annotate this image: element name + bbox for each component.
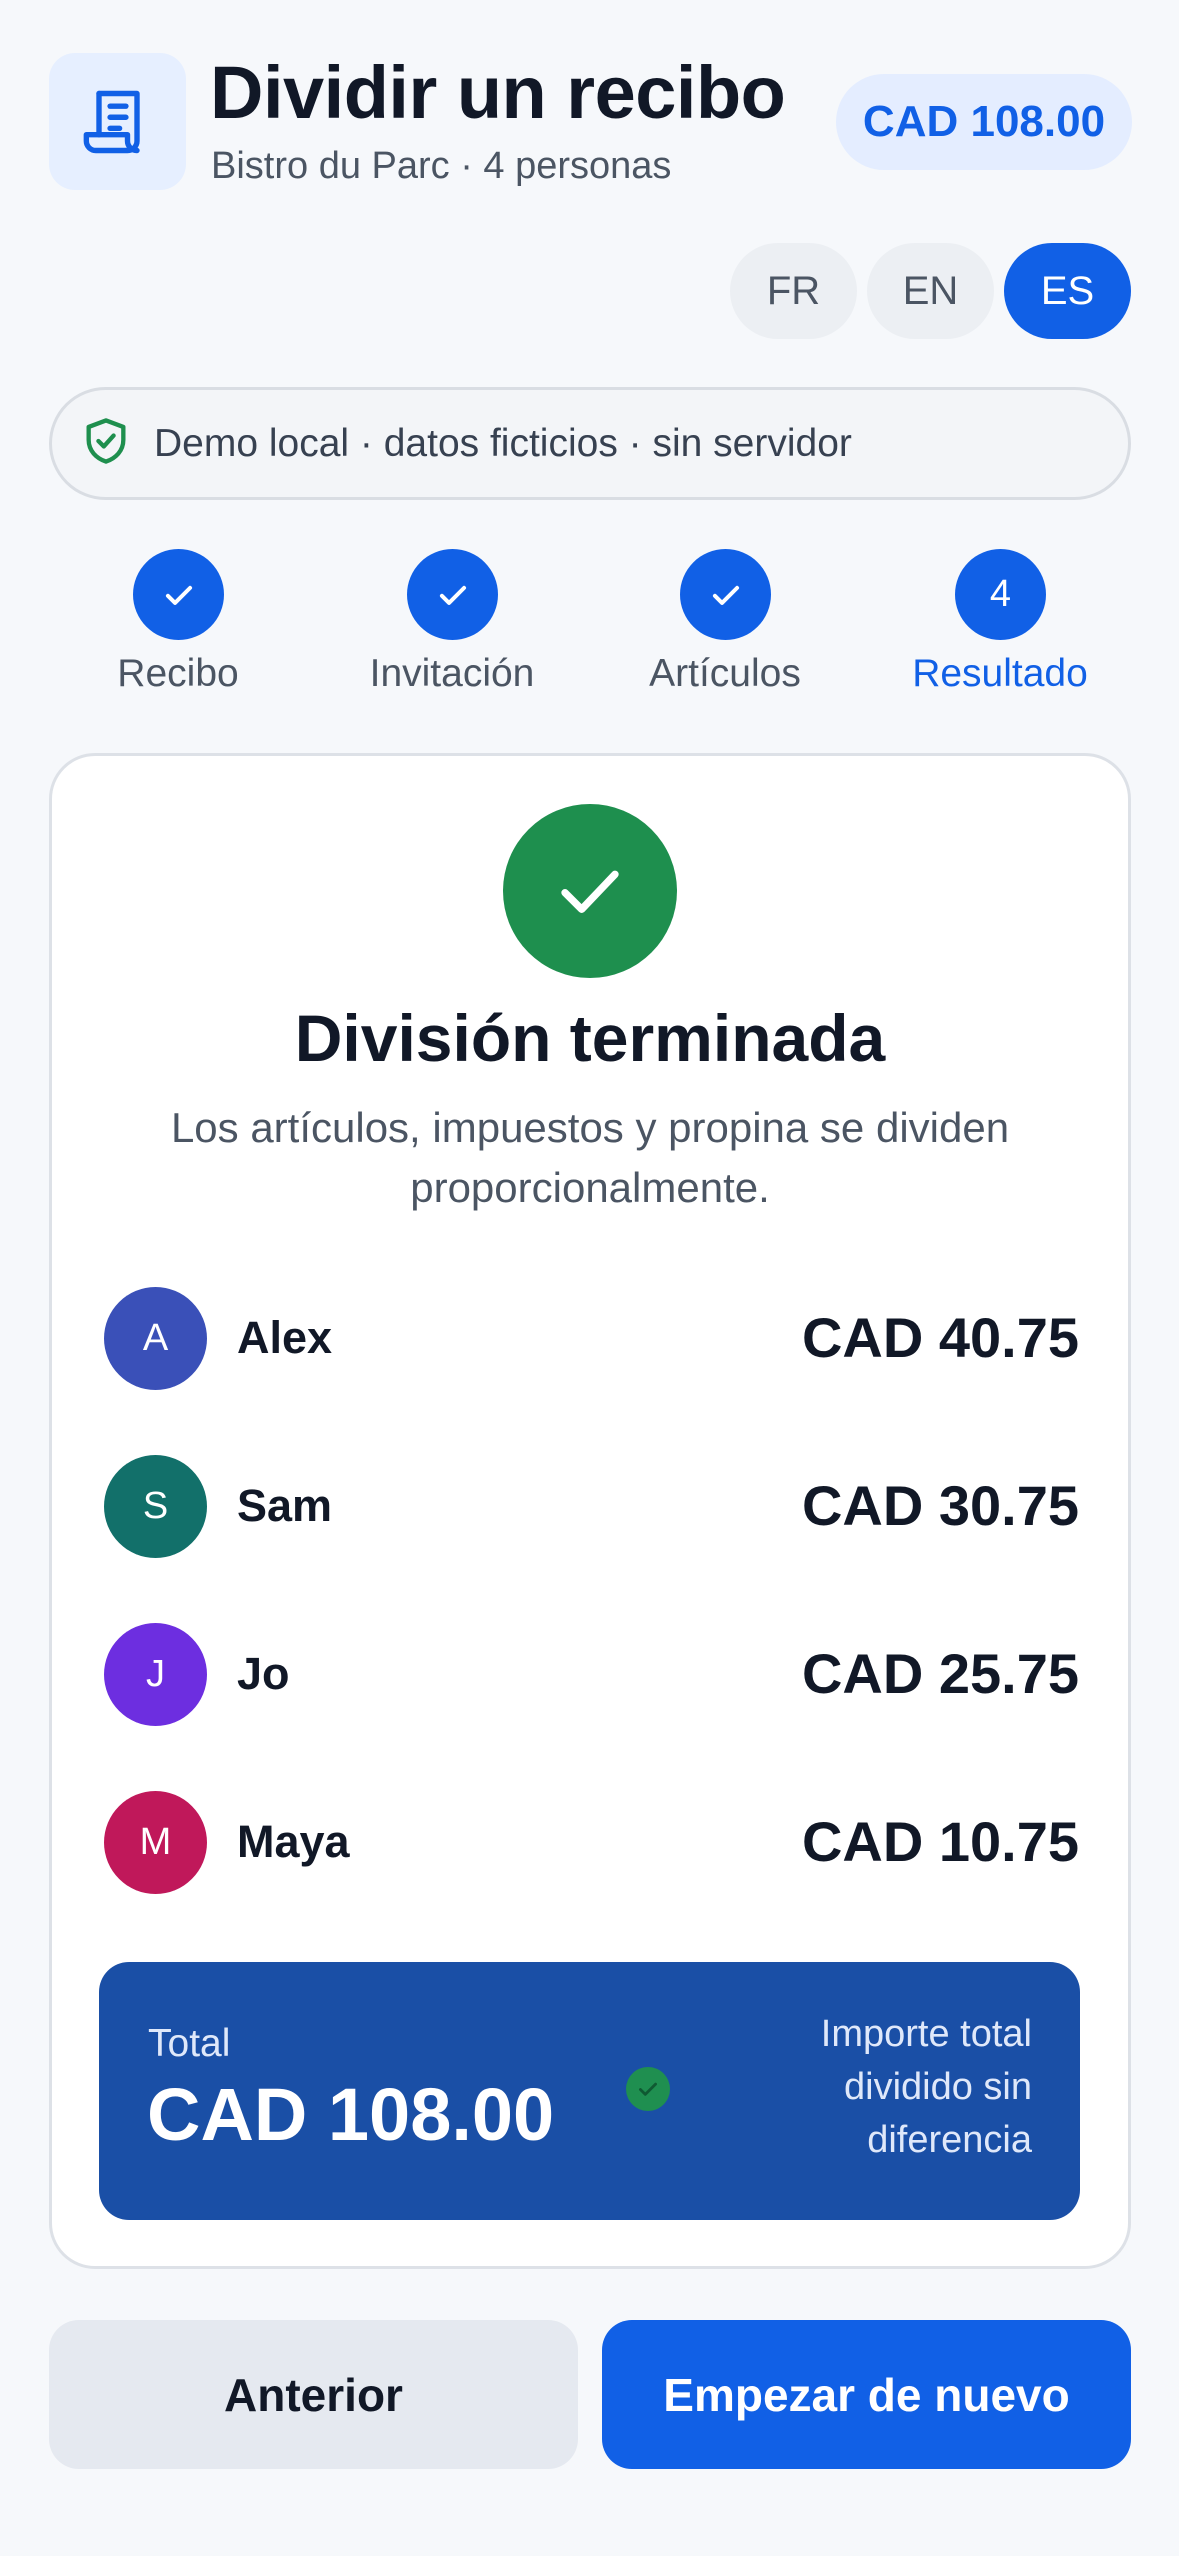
step-resultado-number: 4 (955, 549, 1046, 640)
avatar: A (104, 1287, 207, 1390)
step-recibo-check-icon (133, 549, 224, 640)
person-amount: CAD 25.75 (801, 1642, 1079, 1705)
result-title: División terminada (294, 1001, 886, 1075)
step-label-articulos: Artículos (649, 652, 801, 695)
total-label: Total (148, 2022, 231, 2065)
step-label-invitacion: Invitación (369, 652, 535, 695)
person-amount: CAD 30.75 (801, 1474, 1079, 1537)
demo-banner-text: Demo local · datos ficticios · sin servi… (154, 421, 852, 465)
person-name: Alex (237, 1312, 333, 1363)
person-amount: CAD 40.75 (801, 1306, 1079, 1369)
step-invitacion-check-icon (407, 549, 498, 640)
person-name: Sam (237, 1480, 333, 1531)
total-value: CAD 108.00 (147, 2073, 555, 2156)
language-button-es[interactable]: ES (1004, 243, 1131, 339)
avatar: S (104, 1455, 207, 1558)
step-label-resultado: Resultado (912, 652, 1088, 695)
person-name: Jo (237, 1648, 290, 1699)
shield-check-icon (80, 415, 132, 472)
person-name: Maya (237, 1816, 350, 1867)
check-circle-icon (626, 2067, 670, 2111)
restart-button[interactable]: Empezar de nuevo (602, 2320, 1131, 2469)
page-subtitle: Bistro du Parc · 4 personas (211, 145, 672, 187)
split-receipt-page: Dividir un recibo Bistro du Parc · 4 per… (0, 0, 1179, 2556)
avatar: M (104, 1791, 207, 1894)
person-amount: CAD 10.75 (801, 1810, 1079, 1873)
total-note: Importe total dividido sin diferencia (820, 2013, 1032, 2161)
language-button-fr[interactable]: FR (730, 243, 857, 339)
result-description: Los artículos, impuestos y propina se di… (170, 1104, 1010, 1211)
step-articulos-check-icon (680, 549, 771, 640)
total-badge: CAD 108.00 (836, 74, 1132, 170)
success-check-icon (503, 804, 677, 978)
step-label-recibo: Recibo (117, 652, 239, 695)
page-title: Dividir un recibo (210, 51, 786, 134)
total-summary: Total CAD 108.00 Importe total dividido … (99, 1962, 1080, 2220)
previous-button[interactable]: Anterior (49, 2320, 578, 2469)
demo-banner: Demo local · datos ficticios · sin servi… (49, 387, 1131, 500)
language-button-en[interactable]: EN (867, 243, 994, 339)
receipt-icon (49, 53, 186, 190)
avatar: J (104, 1623, 207, 1726)
